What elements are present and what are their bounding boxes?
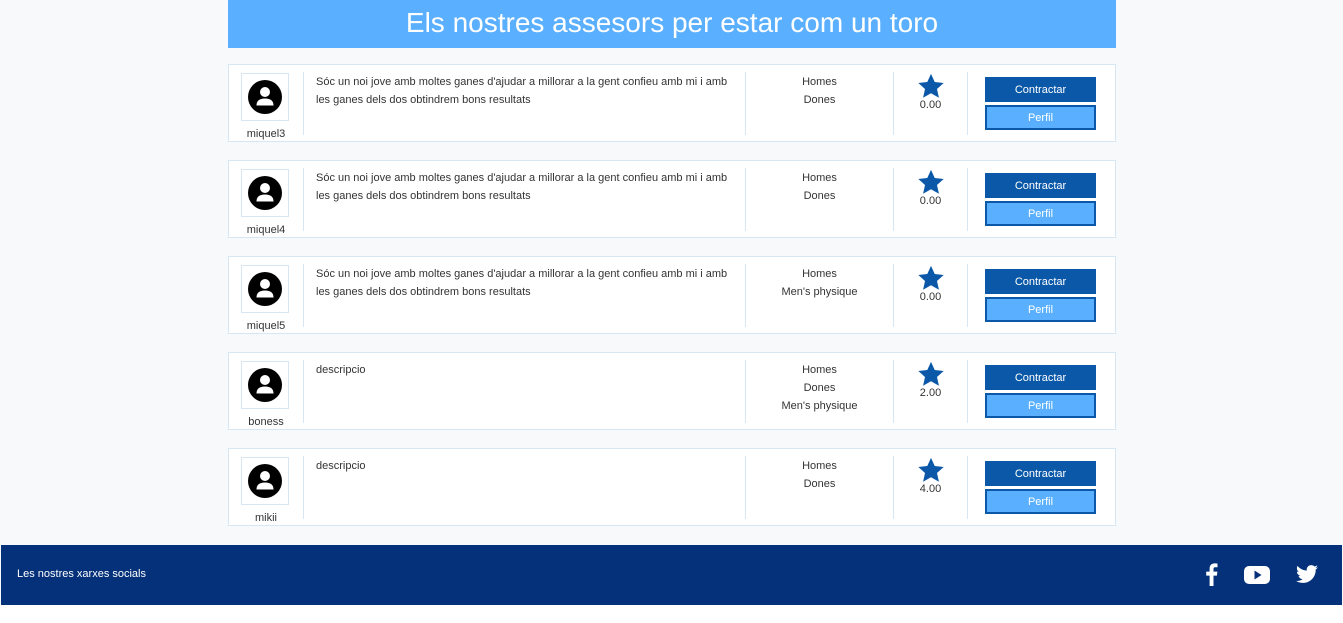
category-label: Homes <box>802 364 837 376</box>
advisor-username: mikii <box>255 512 277 524</box>
divider <box>967 264 968 327</box>
star-icon <box>917 457 944 482</box>
divider <box>967 72 968 135</box>
advisor-actions: Contractar Perfil <box>985 365 1097 418</box>
avatar[interactable] <box>241 265 289 313</box>
user-avatar-icon <box>248 80 282 114</box>
advisor-categories: Homes Dones <box>746 169 893 205</box>
contract-button[interactable]: Contractar <box>985 77 1096 102</box>
footer-social-label: Les nostres xarxes socials <box>17 568 146 580</box>
advisor-description: Sóc un noi jove amb moltes ganes d'ajuda… <box>316 76 728 106</box>
rating-value: 2.00 <box>919 387 942 399</box>
star-icon <box>917 169 944 194</box>
category-label: Dones <box>803 190 836 202</box>
rating-value: 0.00 <box>919 195 942 207</box>
rating-value: 0.00 <box>919 291 942 303</box>
category-label: Homes <box>802 268 837 280</box>
divider <box>967 360 968 423</box>
divider <box>303 264 304 327</box>
footer: Les nostres xarxes socials <box>1 545 1342 605</box>
user-avatar-icon <box>248 464 282 498</box>
contract-button[interactable]: Contractar <box>985 461 1096 486</box>
rating-value: 0.00 <box>919 99 942 111</box>
star-icon <box>917 73 944 98</box>
contract-button[interactable]: Contractar <box>985 365 1096 390</box>
advisor-list: miquel3 Sóc un noi jove amb moltes ganes… <box>228 64 1116 544</box>
rating-value: 4.00 <box>919 483 942 495</box>
divider <box>303 72 304 135</box>
advisor-categories: Homes Dones <box>746 73 893 109</box>
category-label: Dones <box>803 382 836 394</box>
advisor-card: miquel4 Sóc un noi jove amb moltes ganes… <box>228 160 1116 238</box>
advisor-description: Sóc un noi jove amb moltes ganes d'ajuda… <box>316 172 728 202</box>
user-avatar-icon <box>248 176 282 210</box>
page-bottom-strip <box>0 605 1343 623</box>
avatar[interactable] <box>241 73 289 121</box>
category-label: Homes <box>802 76 837 88</box>
category-label: Dones <box>803 94 836 106</box>
divider <box>967 168 968 231</box>
advisor-username: miquel4 <box>246 224 286 236</box>
advisor-actions: Contractar Perfil <box>985 77 1097 130</box>
avatar[interactable] <box>241 169 289 217</box>
youtube-icon[interactable] <box>1243 562 1271 591</box>
profile-button[interactable]: Perfil <box>985 489 1096 514</box>
profile-button[interactable]: Perfil <box>985 297 1096 322</box>
category-label: Men's physique <box>781 286 858 298</box>
star-icon <box>917 361 944 386</box>
advisor-categories: Homes Dones <box>746 457 893 493</box>
avatar[interactable] <box>241 361 289 409</box>
divider <box>303 360 304 423</box>
advisor-rating: 0.00 <box>894 73 967 111</box>
advisor-rating: 4.00 <box>894 457 967 495</box>
category-label: Homes <box>802 460 837 472</box>
advisor-rating: 2.00 <box>894 361 967 399</box>
advisor-card: mikii descripcio Homes Dones 4.00 Contra… <box>228 448 1116 526</box>
contract-button[interactable]: Contractar <box>985 269 1096 294</box>
category-label: Homes <box>802 172 837 184</box>
advisor-username: miquel5 <box>246 320 286 332</box>
advisor-description: descripcio <box>316 364 366 376</box>
advisor-categories: Homes Dones Men's physique <box>746 361 893 415</box>
advisor-rating: 0.00 <box>894 265 967 303</box>
avatar[interactable] <box>241 457 289 505</box>
advisor-categories: Homes Men's physique <box>746 265 893 301</box>
advisor-username: boness <box>248 416 284 428</box>
contract-button[interactable]: Contractar <box>985 173 1096 198</box>
advisor-username: miquel3 <box>246 128 286 140</box>
advisor-description: descripcio <box>316 460 366 472</box>
advisor-actions: Contractar Perfil <box>985 269 1097 322</box>
twitter-icon[interactable] <box>1295 562 1319 591</box>
user-avatar-icon <box>248 368 282 402</box>
user-avatar-icon <box>248 272 282 306</box>
profile-button[interactable]: Perfil <box>985 105 1096 130</box>
divider <box>303 456 304 519</box>
advisor-card: boness descripcio Homes Dones Men's phys… <box>228 352 1116 430</box>
divider <box>303 168 304 231</box>
advisor-description: Sóc un noi jove amb moltes ganes d'ajuda… <box>316 268 728 298</box>
divider <box>967 456 968 519</box>
profile-button[interactable]: Perfil <box>985 201 1096 226</box>
advisor-actions: Contractar Perfil <box>985 173 1097 226</box>
star-icon <box>917 265 944 290</box>
advisor-card: miquel5 Sóc un noi jove amb moltes ganes… <box>228 256 1116 334</box>
category-label: Dones <box>803 478 836 490</box>
page-title: Els nostres assesors per estar com un to… <box>228 0 1116 48</box>
profile-button[interactable]: Perfil <box>985 393 1096 418</box>
category-label: Men's physique <box>781 400 858 412</box>
advisor-actions: Contractar Perfil <box>985 461 1097 514</box>
facebook-icon[interactable] <box>1201 562 1221 591</box>
advisor-rating: 0.00 <box>894 169 967 207</box>
advisor-card: miquel3 Sóc un noi jove amb moltes ganes… <box>228 64 1116 142</box>
